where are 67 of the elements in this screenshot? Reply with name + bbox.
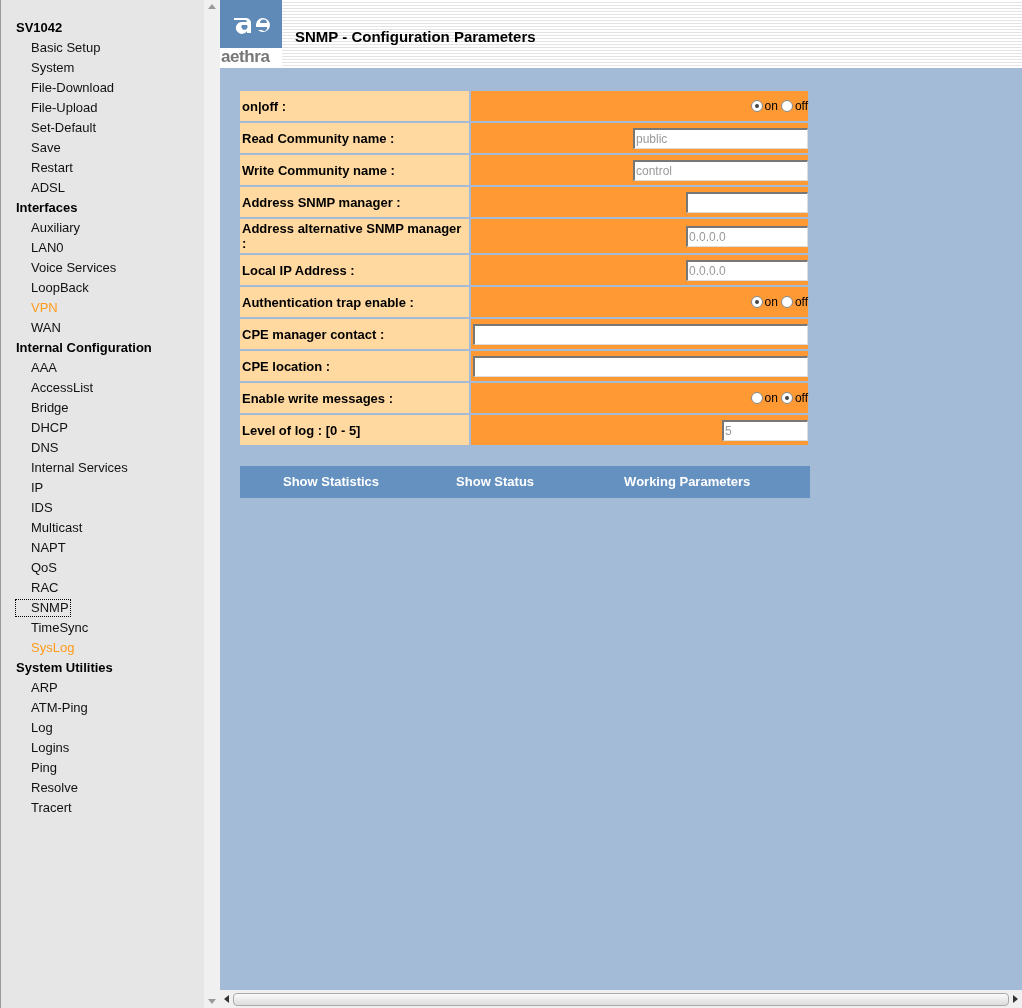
sidebar-link[interactable]: IP (16, 480, 45, 496)
sidebar-link[interactable]: DNS (16, 440, 60, 456)
horizontal-scrollbar[interactable] (220, 990, 1022, 1008)
radio-option[interactable]: on (750, 389, 778, 407)
sidebar-link[interactable]: TimeSync (16, 620, 90, 636)
scroll-left-icon[interactable] (224, 995, 229, 1003)
sidebar-link[interactable]: QoS (16, 560, 58, 576)
sidebar-link[interactable]: IDS (16, 500, 54, 516)
field-label: Local IP Address : (240, 255, 469, 285)
sidebar-link[interactable]: Restart (16, 160, 74, 176)
field-label: Address SNMP manager : (240, 187, 469, 217)
input-field[interactable] (473, 355, 808, 377)
sidebar-link[interactable]: Internal Services (16, 460, 129, 476)
field-label: Authentication trap enable : (240, 287, 469, 317)
sidebar-link[interactable]: SNMP (16, 600, 70, 616)
sidebar-heading: System Utilities (15, 659, 114, 677)
field-label: on|off : (240, 91, 469, 121)
field-label: Address alternative SNMP manager : (240, 219, 469, 253)
radio-option[interactable]: off (780, 293, 808, 311)
sidebar-link[interactable]: ARP (16, 680, 59, 696)
sidebar-link[interactable]: WAN (16, 320, 62, 336)
sidebar-link[interactable]: ADSL (16, 180, 66, 196)
sidebar-link[interactable]: System (16, 60, 76, 76)
sidebar-link[interactable]: AAA (16, 360, 58, 376)
sidebar-link[interactable]: Tracert (16, 800, 73, 816)
field-label: Enable write messages : (240, 383, 469, 413)
page-title: SNMP - Configuration Parameters (295, 27, 536, 47)
sidebar-link[interactable]: Save (16, 140, 62, 156)
sidebar-heading: Internal Configuration (15, 339, 153, 357)
radio-option[interactable]: on (750, 97, 778, 115)
sidebar-heading: Interfaces (15, 199, 79, 217)
radio-option[interactable]: off (780, 389, 808, 407)
sidebar-link[interactable]: Set-Default (16, 120, 98, 136)
sidebar-link[interactable]: File-Download (16, 80, 116, 96)
sidebar-link[interactable]: RAC (16, 580, 60, 596)
input-field[interactable] (686, 191, 808, 213)
sidebar-link[interactable]: Basic Setup (16, 40, 102, 56)
sidebar-link[interactable]: ATM-Ping (16, 700, 89, 716)
sidebar-link[interactable]: Log (16, 720, 54, 736)
field-label: Read Community name : (240, 123, 469, 153)
sidebar-link[interactable]: Auxiliary (16, 220, 82, 236)
sidebar-link[interactable]: Voice Services (16, 260, 118, 276)
scroll-up-icon[interactable] (208, 4, 216, 9)
sidebar-link[interactable]: LAN0 (16, 240, 65, 256)
field-label: Level of log : [0 - 5] (240, 415, 469, 445)
sidebar-link[interactable]: Ping (16, 760, 59, 776)
vertical-scrollbar[interactable] (204, 0, 220, 1008)
sidebar-link[interactable]: Logins (16, 740, 71, 756)
logo-text: aethra (220, 48, 271, 66)
scroll-thumb[interactable] (233, 992, 1009, 1006)
sidebar-link[interactable]: File-Upload (16, 100, 99, 116)
input-field[interactable] (473, 323, 808, 345)
sidebar-link[interactable]: AccessList (16, 380, 95, 396)
scroll-down-icon[interactable] (208, 999, 216, 1004)
sidebar-link[interactable]: LoopBack (16, 280, 90, 296)
sidebar-link[interactable]: Bridge (16, 400, 70, 416)
sidebar-heading: SV1042 (15, 19, 64, 37)
field-label: CPE location : (240, 351, 469, 381)
sidebar-link[interactable]: DHCP (16, 420, 69, 436)
field-label: Write Community name : (240, 155, 469, 185)
field-label: CPE manager contact : (240, 319, 469, 349)
scroll-right-icon[interactable] (1013, 995, 1018, 1003)
sidebar-link[interactable]: NAPT (16, 540, 67, 556)
sidebar-link[interactable]: Resolve (16, 780, 79, 796)
radio-option[interactable]: on (750, 293, 778, 311)
sidebar-link[interactable]: Multicast (16, 520, 84, 536)
radio-option[interactable]: off (780, 97, 808, 115)
